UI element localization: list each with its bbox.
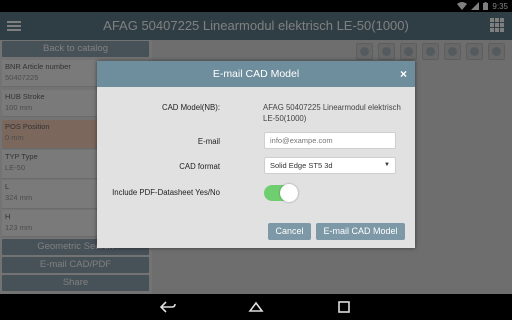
model-value-line2: LE-50(1000) <box>263 114 307 123</box>
cad-format-select[interactable]: Solid Edge ST5 3d ▼ <box>264 157 396 174</box>
email-label: E-mail <box>197 137 220 146</box>
format-label: CAD format <box>179 162 220 171</box>
recent-apps-icon[interactable] <box>336 300 352 314</box>
email-field[interactable]: info@exampe.com <box>264 132 396 149</box>
home-icon[interactable] <box>248 300 264 314</box>
model-value-line1: AFAG 50407225 Linearmodul elektrisch <box>263 103 401 112</box>
model-label: CAD Model(NB): <box>161 103 220 112</box>
email-cad-dialog: E-mail CAD Model × CAD Model(NB): AFAG 5… <box>97 61 415 248</box>
back-icon[interactable] <box>160 300 176 314</box>
dialog-title: E-mail CAD Model <box>97 61 415 87</box>
cancel-button[interactable]: Cancel <box>268 223 311 240</box>
chevron-down-icon: ▼ <box>384 162 390 168</box>
toggle-knob <box>280 184 298 202</box>
cad-format-value: Solid Edge ST5 3d <box>270 161 333 170</box>
email-cad-model-button[interactable]: E-mail CAD Model <box>316 223 405 240</box>
nav-bar <box>0 294 512 320</box>
close-icon[interactable]: × <box>400 61 407 87</box>
pdf-toggle[interactable] <box>264 184 298 202</box>
pdf-label: Include PDF-Datasheet Yes/No <box>112 188 220 197</box>
